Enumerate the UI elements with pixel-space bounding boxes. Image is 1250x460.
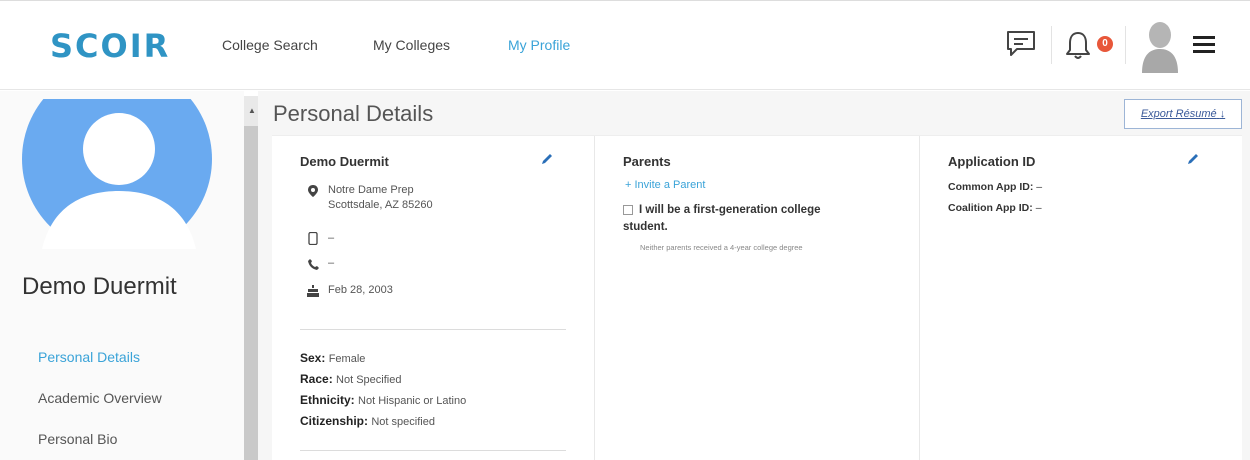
page: SCOIR College Search My Colleges My Prof… [0,0,1250,460]
header-divider [1051,26,1052,64]
download-icon: ↓ [1219,108,1226,120]
phone-value: – [328,257,335,269]
citizenship-line: Citizenship: Not specified [300,414,435,428]
profile-sidebar: Demo Duermit Personal Details Academic O… [0,91,244,460]
ethnicity-value: Not Hispanic or Latino [358,395,467,407]
top-header: SCOIR College Search My Colleges My Prof… [0,0,1250,90]
scoir-logo[interactable]: SCOIR [50,27,170,65]
parents-column: Parents + Invite a Parent I will be a fi… [594,136,919,460]
common-app-value: – [1036,181,1043,193]
mobile-row: – [306,231,335,250]
race-value: Not Specified [336,374,402,386]
coalition-app-value: – [1035,202,1042,214]
school-name: Notre Dame Prep [328,184,414,196]
chat-icon[interactable] [1005,29,1037,64]
hamburger-menu-icon[interactable] [1193,35,1215,60]
bell-icon[interactable] [1063,29,1093,66]
sex-line: Sex: Female [300,351,365,365]
export-resume-label: Export Résumé [1140,108,1217,120]
sex-value: Female [328,353,366,365]
birthday-cake-icon [306,284,320,302]
scroll-up-arrow-icon[interactable]: ▲ [248,106,256,115]
application-id-title: Application ID [948,154,1036,169]
edit-pencil-icon[interactable] [540,152,554,171]
header-divider [1125,26,1126,64]
phone-icon [306,257,320,275]
page-title: Personal Details [273,101,434,126]
ethnicity-label: Ethnicity: [300,393,355,407]
nav-college-search[interactable]: College Search [222,37,318,53]
sidebar-scrollbar[interactable]: ▲ [244,96,258,460]
common-app-label: Common App ID: [948,181,1034,193]
race-line: Race: Not Specified [300,372,401,386]
profile-avatar [22,99,212,249]
coalition-app-label: Coalition App ID: [948,202,1033,214]
birthday-value: Feb 28, 2003 [328,284,393,296]
birthday-row: Feb 28, 2003 [306,284,393,302]
phone-row: – [306,257,334,275]
section-divider [300,329,566,330]
sidebar-student-name: Demo Duermit [22,273,177,300]
ethnicity-line: Ethnicity: Not Hispanic or Latino [300,393,466,407]
location-pin-icon [306,184,320,202]
nav-my-profile[interactable]: My Profile [508,37,570,53]
personal-details-card: Demo Duermit Notre Dame Prep Scottsdale,… [272,135,1242,460]
export-resume-button[interactable]: Export Résumé ↓ [1124,99,1242,129]
citizenship-label: Citizenship: [300,414,368,428]
citizenship-value: Not specified [371,416,435,428]
student-name: Demo Duermit [300,154,389,169]
application-id-column: Application ID Common App ID: – Coalitio… [919,136,1242,460]
parents-title: Parents [623,154,671,169]
sex-label: Sex: [300,351,326,365]
first-generation-note: Neither parents received a 4-year colleg… [640,243,803,252]
nav-my-colleges[interactable]: My Colleges [373,37,450,53]
common-app-line: Common App ID: – [948,181,1042,193]
mobile-value: – [328,232,335,244]
school-row: Notre Dame Prep Scottsdale, AZ 85260 [306,184,433,211]
coalition-app-line: Coalition App ID: – [948,202,1042,214]
sidebar-item-personal-details[interactable]: Personal Details [38,349,140,365]
first-generation-label: I will be a first-generation college stu… [623,204,821,233]
section-divider [300,450,566,451]
invite-parent-link[interactable]: + Invite a Parent [625,179,705,191]
edit-pencil-icon[interactable] [1186,152,1200,171]
sidebar-item-academic-overview[interactable]: Academic Overview [38,390,162,406]
main-content: Personal Details Export Résumé ↓ Demo Du… [258,91,1250,460]
scroll-thumb[interactable] [244,126,258,460]
school-city: Scottsdale, AZ 85260 [328,199,433,211]
sidebar-item-personal-bio[interactable]: Personal Bio [38,431,117,447]
notification-badge: 0 [1097,36,1113,52]
race-label: Race: [300,372,333,386]
student-info-column: Demo Duermit Notre Dame Prep Scottsdale,… [272,136,594,460]
user-avatar-icon[interactable] [1140,19,1180,78]
mobile-phone-icon [306,231,320,250]
